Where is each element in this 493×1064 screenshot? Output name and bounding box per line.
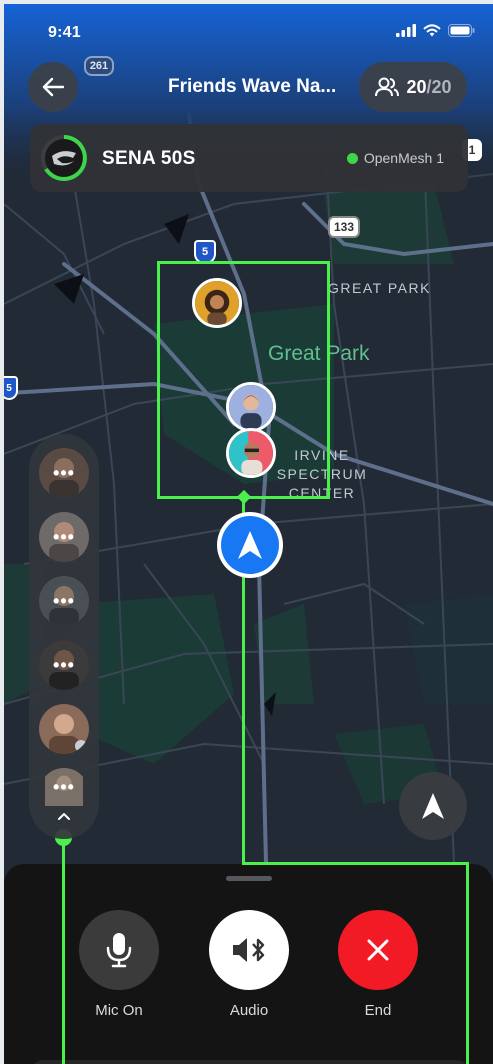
current-location-puck — [217, 512, 283, 578]
back-button[interactable] — [28, 62, 78, 112]
mic-label: Mic On — [95, 1002, 143, 1019]
mesh-status: OpenMesh 1 — [346, 150, 444, 166]
rail-more-dots: ••• — [53, 776, 75, 797]
rail-more-dots: ••• — [53, 462, 75, 483]
route-shield-5-left: 5 — [4, 376, 18, 400]
current-location-inner — [221, 516, 279, 574]
arrow-left-icon — [42, 77, 64, 97]
member-photo-2 — [229, 385, 273, 429]
rail-member-2[interactable]: ••• — [39, 512, 89, 562]
status-bar: 9:41 — [4, 4, 493, 56]
rail-more-dots: ••• — [53, 526, 75, 547]
app-screen: 261 133 5 5 1 GREAT PARK Great Park IRVI… — [4, 4, 493, 1064]
mesh-online-dot — [346, 152, 358, 164]
close-icon — [367, 939, 389, 961]
audio-button[interactable] — [209, 910, 289, 990]
bluetooth-speaker-icon — [233, 938, 265, 962]
navigation-arrow-icon — [422, 793, 444, 819]
member-photo-1 — [195, 281, 239, 325]
device-card[interactable]: SENA 50S OpenMesh 1 — [30, 124, 468, 192]
rail-more-dots: ••• — [53, 654, 75, 675]
member-avatar-3[interactable] — [226, 428, 276, 478]
cellular-signal-icon — [396, 24, 416, 37]
bottom-sheet[interactable]: Mic On Audio End — [4, 864, 493, 1064]
recenter-button[interactable] — [399, 772, 467, 840]
annotation-line-vertical-right-overlay — [466, 862, 469, 1064]
annotation-line-vertical-left-overlay — [62, 846, 65, 1064]
microphone-icon — [106, 933, 132, 968]
mesh-label: OpenMesh 1 — [363, 150, 444, 166]
mic-button[interactable] — [79, 910, 159, 990]
end-label: End — [364, 1002, 392, 1019]
route-shield-261: 261 — [84, 56, 114, 76]
status-time: 9:41 — [48, 24, 81, 41]
rail-member-3[interactable]: ••• — [39, 576, 89, 626]
page-title: Friends Wave Na... — [168, 76, 337, 97]
rail-member-1[interactable]: ••• — [39, 448, 89, 498]
annotation-line-horizontal-overlay — [242, 862, 469, 865]
label-great-park-caps: GREAT PARK — [328, 280, 431, 296]
member-count-current: 20 — [406, 76, 427, 97]
device-name: SENA 50S — [102, 148, 196, 169]
rail-member-6[interactable]: ••• — [39, 768, 89, 806]
rail-more-dots: ••• — [53, 590, 75, 611]
device-battery-ring — [41, 135, 87, 181]
rail-member-status-dot — [75, 740, 87, 752]
wifi-icon — [423, 24, 441, 37]
users-icon — [375, 77, 400, 97]
battery-icon — [448, 24, 475, 37]
rail-member-4[interactable]: ••• — [39, 640, 89, 690]
chevron-up-icon[interactable] — [55, 808, 73, 826]
audio-label: Audio — [229, 1002, 269, 1019]
member-avatar-2[interactable] — [226, 382, 276, 432]
end-button[interactable] — [338, 910, 418, 990]
member-avatar-1[interactable] — [192, 278, 242, 328]
members-button[interactable]: 20/20 — [359, 62, 467, 112]
rail-member-5[interactable] — [39, 704, 89, 754]
member-photo-3 — [229, 431, 273, 475]
member-count-total: /20 — [426, 76, 452, 97]
sheet-lower-panel — [30, 1060, 470, 1064]
navigation-arrow-icon — [238, 531, 262, 559]
member-count: 20/20 — [406, 77, 451, 98]
member-rail[interactable]: ••• ••• ••• ••• ••• — [29, 434, 99, 839]
route-shield-133: 133 — [328, 216, 360, 238]
status-icons — [396, 24, 475, 37]
sheet-handle[interactable] — [226, 876, 272, 881]
